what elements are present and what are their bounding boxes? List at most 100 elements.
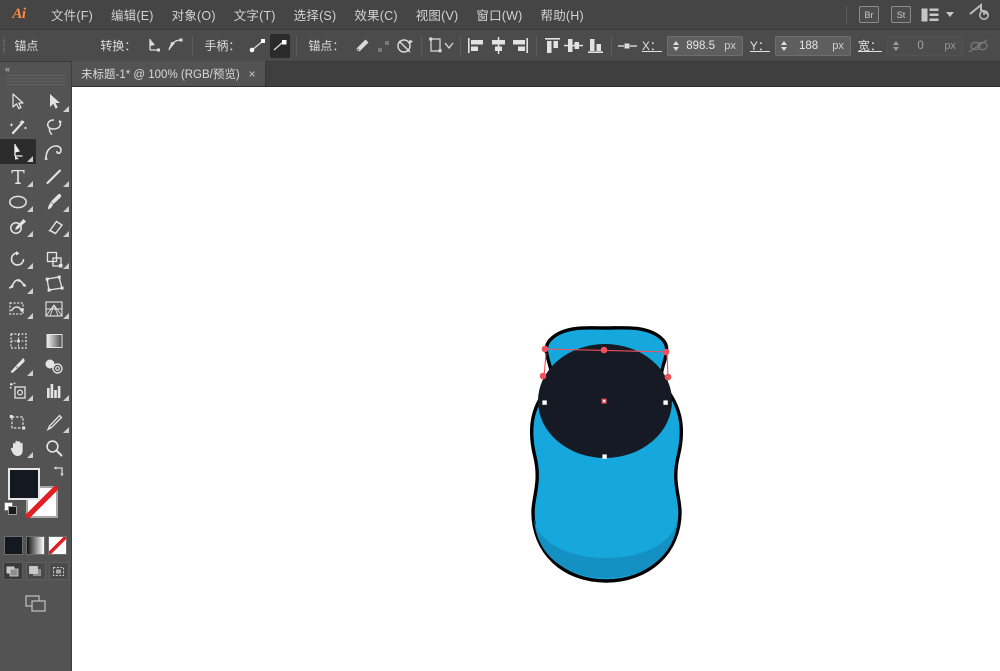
tools-panel-header[interactable]: «	[0, 62, 71, 75]
none-mode-button[interactable]	[48, 536, 67, 555]
tool-flyout-indicator[interactable]	[63, 231, 69, 237]
shape-builder-tool[interactable]	[0, 296, 36, 321]
column-graph-tool[interactable]	[36, 378, 72, 403]
tool-flyout-indicator[interactable]	[27, 452, 33, 458]
mesh-tool[interactable]	[0, 328, 36, 353]
transform-panel-icon[interactable]	[428, 34, 454, 58]
convert-to-corner-icon[interactable]	[144, 34, 164, 58]
tool-flyout-indicator[interactable]	[27, 395, 33, 401]
magic-wand-tool[interactable]	[0, 114, 36, 139]
anchor-pen-icon[interactable]	[352, 34, 372, 58]
align-bottom-icon[interactable]	[586, 34, 606, 58]
align-center-vertical-icon[interactable]	[564, 34, 584, 58]
selection-tool[interactable]	[0, 89, 36, 114]
control-bar-grip[interactable]	[0, 30, 7, 62]
workspace-switcher-button[interactable]	[921, 8, 954, 22]
swap-fill-stroke-icon[interactable]	[52, 465, 65, 483]
artboard-tool[interactable]	[0, 410, 36, 435]
convert-to-smooth-icon[interactable]	[166, 34, 186, 58]
tool-flyout-indicator[interactable]	[63, 313, 69, 319]
draw-behind-button[interactable]	[25, 562, 46, 580]
canvas-area[interactable]	[72, 87, 1000, 671]
width-stepper[interactable]	[888, 40, 901, 51]
artwork-canvas[interactable]	[72, 87, 1000, 671]
eraser-tool[interactable]	[36, 214, 72, 239]
creative-cloud-icon[interactable]	[968, 2, 990, 26]
tool-flyout-indicator[interactable]	[27, 231, 33, 237]
paintbrush-tool[interactable]	[36, 189, 72, 214]
reference-point-icon[interactable]	[617, 34, 638, 58]
line-segment-tool[interactable]	[36, 164, 72, 189]
tool-flyout-indicator[interactable]	[63, 181, 69, 187]
close-icon[interactable]: ×	[249, 68, 256, 80]
tool-flyout-indicator[interactable]	[27, 206, 33, 212]
color-mode-button[interactable]	[4, 536, 23, 555]
draw-normal-button[interactable]	[2, 562, 23, 580]
hand-tool[interactable]	[0, 435, 36, 460]
curvature-tool[interactable]	[36, 139, 72, 164]
align-left-icon[interactable]	[467, 34, 487, 58]
align-center-horizontal-icon[interactable]	[488, 34, 508, 58]
tool-flyout-indicator[interactable]	[27, 288, 33, 294]
tools-panel-grip[interactable]	[6, 75, 65, 86]
x-coordinate-input[interactable]: 898.5 px	[666, 35, 743, 56]
width-input[interactable]: 0 px	[886, 35, 963, 56]
collapse-panel-chevron-icon[interactable]: «	[5, 64, 10, 74]
slice-tool[interactable]	[36, 410, 72, 435]
tool-flyout-indicator[interactable]	[63, 106, 69, 112]
ellipse-tool[interactable]	[0, 189, 36, 214]
menu-view[interactable]: 视图(V)	[407, 0, 468, 30]
tool-flyout-indicator[interactable]	[27, 370, 33, 376]
document-tab[interactable]: 未标题-1* @ 100% (RGB/预览) ×	[72, 61, 266, 86]
tool-flyout-indicator[interactable]	[63, 395, 69, 401]
show-handles-icon[interactable]	[248, 34, 268, 58]
x-stepper[interactable]	[668, 40, 681, 51]
magnifier-icon	[46, 439, 63, 456]
type-tool[interactable]	[0, 164, 36, 189]
align-top-icon[interactable]	[542, 34, 562, 58]
direct-selection-tool[interactable]	[36, 89, 72, 114]
menu-object[interactable]: 对象(O)	[163, 0, 225, 30]
tool-flyout-indicator[interactable]	[27, 181, 33, 187]
menu-window[interactable]: 窗口(W)	[467, 0, 531, 30]
menu-edit[interactable]: 编辑(E)	[102, 0, 163, 30]
lasso-tool[interactable]	[36, 114, 72, 139]
align-right-icon[interactable]	[510, 34, 530, 58]
pen-tool[interactable]	[0, 139, 36, 164]
zoom-tool[interactable]	[36, 435, 72, 460]
change-screen-mode-button[interactable]	[24, 594, 48, 614]
menu-select[interactable]: 选择(S)	[285, 0, 346, 30]
stock-icon[interactable]: St	[891, 6, 911, 23]
gradient-tool[interactable]	[36, 328, 72, 353]
y-stepper[interactable]	[776, 40, 789, 51]
menu-type[interactable]: 文字(T)	[225, 0, 285, 30]
shaper-tool[interactable]	[0, 214, 36, 239]
rotate-tool[interactable]	[0, 246, 36, 271]
menu-file[interactable]: 文件(F)	[42, 0, 102, 30]
blend-tool[interactable]	[36, 353, 72, 378]
tool-flyout-indicator[interactable]	[63, 263, 69, 269]
scale-tool[interactable]	[36, 246, 72, 271]
remove-anchor-icon[interactable]	[374, 34, 394, 58]
default-fill-stroke-icon[interactable]	[4, 502, 18, 521]
y-coordinate-input[interactable]: 188 px	[774, 35, 851, 56]
free-transform-tool[interactable]	[36, 271, 72, 296]
isolate-selection-icon[interactable]	[395, 34, 415, 58]
bridge-icon[interactable]: Br	[859, 6, 879, 23]
gradient-mode-button[interactable]	[26, 536, 45, 555]
menu-effect[interactable]: 效果(C)	[345, 0, 406, 30]
tool-flyout-indicator[interactable]	[27, 156, 33, 162]
fill-swatch[interactable]	[8, 468, 40, 500]
perspective-grid-tool[interactable]	[36, 296, 72, 321]
tool-flyout-indicator[interactable]	[27, 313, 33, 319]
symbol-sprayer-tool[interactable]	[0, 378, 36, 403]
menu-help[interactable]: 帮助(H)	[532, 0, 593, 30]
draw-inside-button[interactable]	[48, 562, 69, 580]
link-dimensions-icon[interactable]	[968, 34, 988, 58]
tool-flyout-indicator[interactable]	[63, 206, 69, 212]
tool-flyout-indicator[interactable]	[63, 427, 69, 433]
tool-flyout-indicator[interactable]	[27, 263, 33, 269]
eyedropper-tool[interactable]	[0, 353, 36, 378]
width-tool[interactable]	[0, 271, 36, 296]
hide-handles-icon[interactable]	[269, 33, 290, 58]
